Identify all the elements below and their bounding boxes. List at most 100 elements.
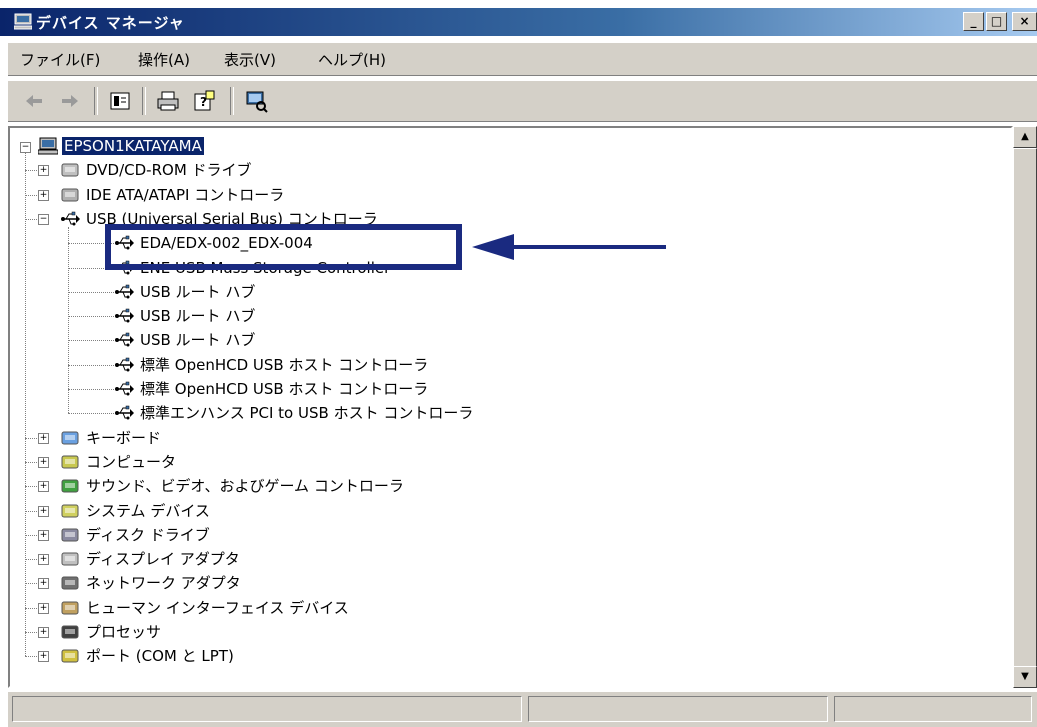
properties-icon[interactable] <box>108 89 132 113</box>
minimize-button[interactable]: _ <box>963 12 984 31</box>
status-pane-tertiary <box>834 696 1032 722</box>
tree-connector <box>68 291 114 293</box>
ide-controller-icon <box>61 188 79 202</box>
close-button[interactable]: × <box>1012 12 1037 31</box>
toolbar: ? <box>8 80 1037 122</box>
tree-connector <box>68 364 114 366</box>
tree-root[interactable]: EPSON1KATAYAMA <box>62 134 204 158</box>
scroll-down-button[interactable]: ▼ <box>1013 666 1037 688</box>
print-icon[interactable] <box>156 89 180 113</box>
tree-category[interactable]: ネットワーク アダプタ <box>86 571 241 595</box>
tree-connector <box>25 607 37 609</box>
toolbar-separator <box>142 87 146 115</box>
display-adapter-icon <box>61 552 79 566</box>
tree-category[interactable]: ディスク ドライブ <box>86 523 210 547</box>
usb-device-item[interactable]: USB ルート ハブ <box>140 304 255 328</box>
tree-connector <box>68 413 114 415</box>
port-icon <box>61 649 79 663</box>
category-expand-toggle[interactable]: + <box>38 456 49 468</box>
maximize-button[interactable]: □ <box>986 12 1007 31</box>
category-expand-toggle[interactable]: + <box>38 505 49 517</box>
tree-connector <box>25 152 26 657</box>
device-label: 標準 OpenHCD USB ホスト コントローラ <box>140 380 429 398</box>
menu-file[interactable]: ファイル(F) <box>20 49 100 70</box>
usb-device-item[interactable]: USB ルート ハブ <box>140 280 255 304</box>
toolbar-separator <box>230 87 234 115</box>
usb-device-icon <box>115 381 134 396</box>
usb-device-icon <box>115 333 134 347</box>
sound-icon <box>61 479 79 493</box>
category-label: プロセッサ <box>86 623 162 641</box>
vertical-scrollbar[interactable]: ▲ ▼ <box>1013 126 1037 688</box>
usb-device-icon <box>115 308 134 323</box>
tree-connector <box>25 218 37 220</box>
computer-icon <box>38 137 58 155</box>
category-label: DVD/CD-ROM ドライブ <box>86 161 252 180</box>
usb-device-item[interactable]: USB ルート ハブ <box>140 328 255 352</box>
device-label: 標準 OpenHCD USB ホスト コントローラ <box>140 355 429 374</box>
computer-icon <box>61 455 79 469</box>
tree-category[interactable]: DVD/CD-ROM ドライブ <box>86 158 252 182</box>
tree-connector <box>25 194 37 196</box>
category-expand-toggle[interactable]: + <box>38 165 49 177</box>
tree-connector <box>25 534 37 536</box>
category-label: ポート (COM と LPT) <box>86 647 234 666</box>
category-expand-toggle[interactable]: + <box>38 578 49 590</box>
category-expand-toggle[interactable]: + <box>38 602 49 614</box>
menu-help[interactable]: ヘルプ(H) <box>318 49 386 70</box>
tree-connector <box>25 510 37 512</box>
dvd-drive-icon <box>61 163 79 177</box>
tree-category[interactable]: ディスプレイ アダプタ <box>86 547 240 571</box>
category-expand-toggle[interactable]: + <box>38 529 49 541</box>
category-label: ヒューマン インターフェイス デバイス <box>86 598 349 617</box>
scroll-thumb[interactable] <box>1013 148 1037 668</box>
system-device-icon <box>61 504 79 517</box>
title-bar[interactable]: デバイス マネージャ _ □ × <box>0 8 1037 36</box>
tree-connector <box>68 316 114 318</box>
tree-category[interactable]: サウンド、ビデオ、およびゲーム コントローラ <box>86 474 404 498</box>
device-label: USB ルート ハブ <box>140 307 256 326</box>
tree-category[interactable]: IDE ATA/ATAPI コントローラ <box>86 183 284 207</box>
menu-action[interactable]: 操作(A) <box>138 49 190 70</box>
scroll-up-button[interactable]: ▲ <box>1013 126 1037 148</box>
category-expand-toggle[interactable]: + <box>38 554 49 566</box>
back-arrow-icon[interactable] <box>22 89 46 113</box>
menu-view[interactable]: 表示(V) <box>224 49 276 70</box>
device-label: USB ルート ハブ <box>140 282 256 301</box>
tree-connector <box>25 486 37 488</box>
tree-category[interactable]: キーボード <box>86 426 161 450</box>
category-label: IDE ATA/ATAPI コントローラ <box>86 185 285 204</box>
status-pane-secondary <box>528 696 828 722</box>
category-expand-toggle[interactable]: + <box>38 481 49 493</box>
annotation-highlight-box <box>105 224 462 270</box>
usb-device-icon <box>115 284 134 299</box>
tree-category[interactable]: ヒューマン インターフェイス デバイス <box>86 596 349 620</box>
usb-device-item[interactable]: 標準 OpenHCD USB ホスト コントローラ <box>140 377 428 401</box>
category-expand-toggle[interactable]: + <box>38 189 49 201</box>
tree-connector <box>68 226 69 414</box>
forward-arrow-icon[interactable] <box>58 89 82 113</box>
category-expand-toggle[interactable]: − <box>38 213 49 225</box>
category-expand-toggle[interactable]: + <box>38 432 49 444</box>
help-icon[interactable]: ? <box>192 89 216 113</box>
processor-icon <box>61 625 79 639</box>
tree-category[interactable]: システム デバイス <box>86 499 210 523</box>
usb-device-item[interactable]: 標準 OpenHCD USB ホスト コントローラ <box>140 353 428 377</box>
device-label: USB ルート ハブ <box>140 331 256 350</box>
scan-hardware-icon[interactable] <box>244 89 268 113</box>
category-expand-toggle[interactable]: + <box>38 627 49 638</box>
usb-device-item[interactable]: 標準エンハンス PCI to USB ホスト コントローラ <box>140 401 473 425</box>
usb-device-icon <box>115 357 134 372</box>
tree-category[interactable]: プロセッサ <box>86 620 161 644</box>
category-label: システム デバイス <box>86 501 210 520</box>
tree-connector <box>25 583 37 585</box>
menu-bar: ファイル(F) 操作(A) 表示(V) ヘルプ(H) <box>8 42 1037 76</box>
tree-category[interactable]: コンピュータ <box>86 450 176 474</box>
category-label: ディスク ドライブ <box>86 525 210 544</box>
category-label: キーボード <box>86 428 162 447</box>
device-tree[interactable]: − EPSON1KATAYAMA + DVD/CD-ROM ドライブ + IDE AT… <box>8 126 1013 688</box>
tree-category[interactable]: ポート (COM と LPT) <box>86 644 234 668</box>
tree-connector <box>25 437 37 439</box>
category-expand-toggle[interactable]: + <box>38 651 49 663</box>
category-label: コンピュータ <box>86 452 177 471</box>
